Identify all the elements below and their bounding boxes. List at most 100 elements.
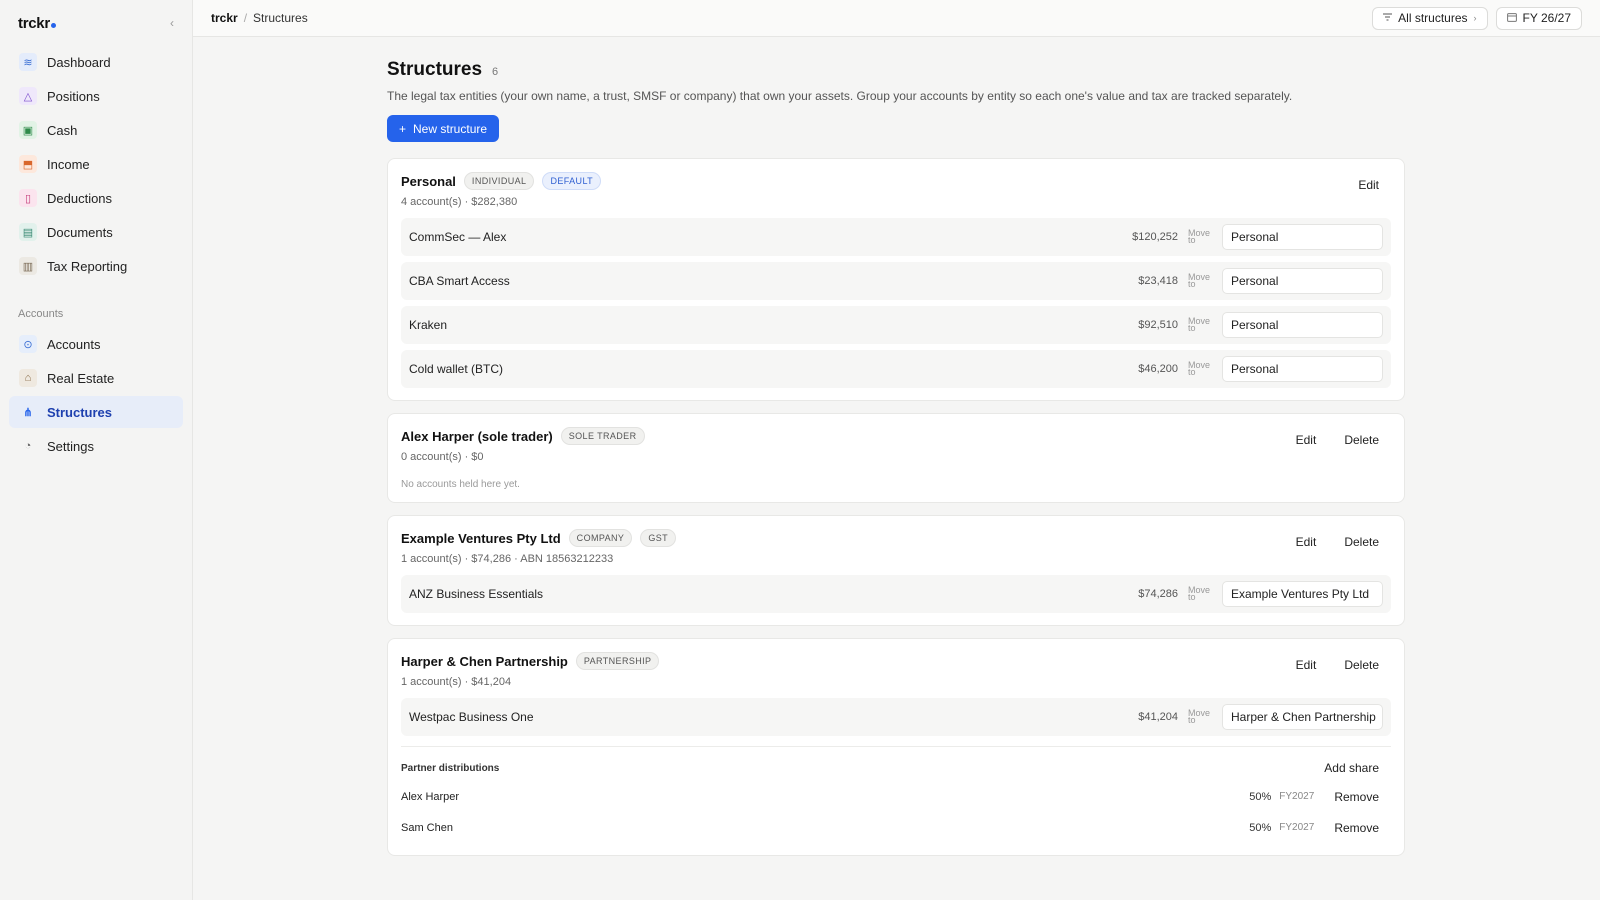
sidebar-item-income[interactable]: ⬒ Income: [9, 148, 183, 180]
sidebar-item-deductions[interactable]: ▯ Deductions: [9, 182, 183, 214]
sidebar-item-real-estate[interactable]: ⌂ Real Estate: [9, 362, 183, 394]
sidebar-item-label: Structures: [47, 404, 113, 420]
sidebar-item-documents[interactable]: ▤ Documents: [9, 216, 183, 248]
sidebar-item-label: Dashboard: [47, 54, 111, 70]
remove-share-button[interactable]: Remove: [1334, 821, 1379, 835]
edit-structure-button[interactable]: Edit: [1296, 535, 1317, 549]
account-value: $74,286: [1138, 588, 1178, 600]
move-to-select[interactable]: Personal: [1222, 224, 1383, 250]
sidebar-item-label: Settings: [47, 438, 94, 454]
structure-card: Harper & Chen Partnership PARTNERSHIP 1 …: [387, 638, 1405, 856]
account-value: $46,200: [1138, 363, 1178, 375]
edit-structure-button[interactable]: Edit: [1296, 433, 1317, 447]
dashboard-icon: ≋: [19, 53, 37, 71]
structure-type-badge: COMPANY: [568, 529, 633, 547]
structure-card: Alex Harper (sole trader) SOLE TRADER 0 …: [387, 413, 1405, 503]
structure-info: Harper & Chen Partnership PARTNERSHIP 1 …: [401, 652, 660, 688]
real-estate-icon: ⌂: [19, 369, 37, 387]
positions-icon: △: [19, 87, 37, 105]
structure-name: Personal: [401, 173, 456, 189]
income-icon: ⬒: [19, 155, 37, 173]
filter-icon: [1383, 13, 1393, 23]
move-to-label: Move to: [1188, 272, 1211, 289]
sidebar-item-label: Accounts: [47, 336, 101, 352]
account-name: Kraken: [409, 318, 448, 332]
remove-share-button[interactable]: Remove: [1334, 790, 1379, 804]
delete-structure-button[interactable]: Delete: [1344, 433, 1379, 447]
sidebar-item-positions[interactable]: △ Positions: [9, 80, 183, 112]
sidebar-item-cash[interactable]: ▣ Cash: [9, 114, 183, 146]
structure-type-badge: INDIVIDUAL: [463, 172, 535, 190]
fiscal-year-label: FY 26/27: [1522, 11, 1571, 25]
move-to-select[interactable]: Example Ventures Pty Ltd: [1222, 581, 1383, 607]
structure-card-header: Example Ventures Pty Ltd COMPANY GST 1 ac…: [401, 529, 1391, 565]
main-area: trckr / Structures All structures › FY 26/…: [193, 0, 1600, 900]
settings-icon: ◔: [24, 440, 32, 452]
account-name: Westpac Business One: [409, 710, 534, 724]
delete-structure-button[interactable]: Delete: [1344, 658, 1379, 672]
topbar-actions: All structures › FY 26/27: [1372, 6, 1582, 30]
structure-info: Example Ventures Pty Ltd COMPANY GST 1 ac…: [401, 529, 677, 565]
partner-distributions-title: Partner distributions: [401, 762, 500, 774]
structure-filter-button[interactable]: All structures ›: [1372, 6, 1488, 30]
account-name: Cold wallet (BTC): [409, 362, 504, 376]
account-list: CommSec — Alex $120,252 Move to Personal…: [401, 218, 1391, 388]
sidebar-nav-accounts: ⊙ Accounts ⌂ Real Estate ⋔ Structures ◔ …: [0, 328, 192, 462]
sidebar-item-accounts[interactable]: ⊙ Accounts: [9, 328, 183, 360]
sidebar-item-dashboard[interactable]: ≋ Dashboard: [9, 46, 183, 78]
account-list: Westpac Business One $41,204 Move to Har…: [401, 698, 1391, 736]
move-to-label: Move to: [1188, 708, 1211, 725]
documents-icon: ▤: [19, 223, 37, 241]
sidebar-item-label: Tax Reporting: [47, 258, 128, 274]
partner-name: Alex Harper: [401, 790, 460, 803]
page-description: The legal tax entities (your own name, a…: [387, 89, 1293, 103]
structure-name: Harper & Chen Partnership: [401, 653, 568, 669]
account-value: $92,510: [1138, 319, 1178, 331]
structure-name-row: Harper & Chen Partnership PARTNERSHIP: [401, 652, 660, 670]
delete-structure-button[interactable]: Delete: [1344, 535, 1379, 549]
move-to-select[interactable]: Personal: [1222, 356, 1383, 382]
new-structure-button[interactable]: + New structure: [387, 115, 500, 142]
calendar-icon: [1506, 12, 1517, 24]
structure-info: Alex Harper (sole trader) SOLE TRADER 0 …: [401, 427, 645, 463]
sidebar: trckr ‹ ≋ Dashboard △ Positions ▣ Cash ⬒…: [0, 0, 193, 900]
breadcrumb: trckr / Structures: [211, 11, 308, 25]
partner-share-percent: 50%: [1249, 821, 1272, 834]
account-row: Westpac Business One $41,204 Move to Har…: [401, 698, 1391, 736]
move-to-label: Move to: [1188, 585, 1211, 602]
fiscal-year-button[interactable]: FY 26/27: [1495, 6, 1582, 30]
sidebar-item-label: Income: [47, 156, 90, 172]
structure-actions: Edit Delete: [1296, 529, 1391, 549]
structure-type-badge: DEFAULT: [542, 172, 602, 190]
logo[interactable]: trckr: [18, 15, 56, 32]
account-value: $41,204: [1138, 711, 1178, 723]
sidebar-item-settings[interactable]: ◔ Settings: [9, 430, 183, 462]
sidebar-item-structures[interactable]: ⋔ Structures: [9, 396, 183, 428]
structure-name-row: Example Ventures Pty Ltd COMPANY GST: [401, 529, 677, 547]
edit-structure-button[interactable]: Edit: [1296, 658, 1317, 672]
logo-row: trckr ‹: [0, 0, 192, 46]
chevron-left-icon[interactable]: ‹: [170, 16, 174, 30]
sidebar-item-tax-reporting[interactable]: ▥ Tax Reporting: [9, 250, 183, 282]
structure-name: Example Ventures Pty Ltd: [401, 530, 561, 546]
sidebar-item-label: Documents: [47, 224, 113, 240]
move-to-select[interactable]: Personal: [1222, 312, 1383, 338]
move-to-label: Move to: [1188, 316, 1211, 333]
edit-structure-button[interactable]: Edit: [1358, 178, 1379, 192]
structure-actions: Edit Delete: [1296, 427, 1391, 447]
account-row: CBA Smart Access $23,418 Move to Persona…: [401, 262, 1391, 300]
breadcrumb-root[interactable]: trckr: [211, 11, 238, 25]
add-share-button[interactable]: Add share: [1324, 761, 1379, 775]
partner-list: Alex Harper 50% FY2027 Remove Sam Chen 5…: [401, 781, 1391, 843]
move-to-label: Move to: [1188, 228, 1211, 245]
deductions-icon: ▯: [19, 189, 37, 207]
move-to-select[interactable]: Personal: [1222, 268, 1383, 294]
account-name: CommSec — Alex: [409, 230, 507, 244]
structure-actions: Edit: [1358, 172, 1391, 192]
move-to-select[interactable]: Harper & Chen Partnership: [1222, 704, 1383, 730]
logo-dot-icon: [50, 22, 56, 28]
partner-row: Alex Harper 50% FY2027 Remove: [401, 781, 1391, 812]
structure-type-badge: SOLE TRADER: [560, 427, 645, 445]
page-title-row: Structures 6: [387, 59, 1405, 81]
account-row: Kraken $92,510 Move to Personal: [401, 306, 1391, 344]
